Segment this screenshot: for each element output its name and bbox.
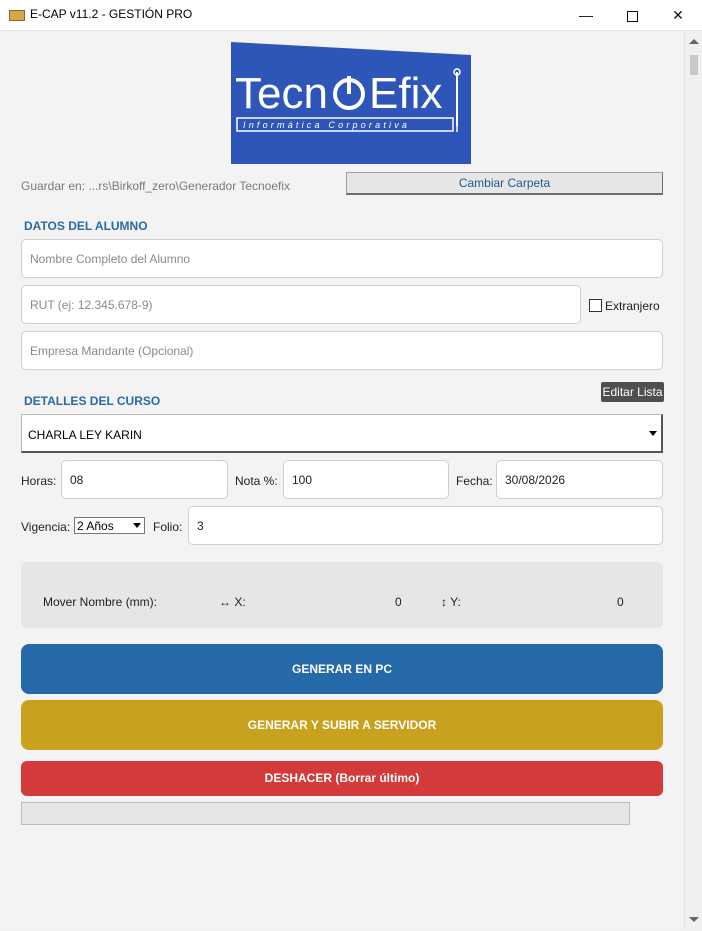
mover-y-label: ↕ Y: bbox=[441, 595, 461, 609]
title-bar: E-CAP v11.2 - GESTIÓN PRO — ✕ bbox=[0, 0, 702, 31]
foreign-label: Extranjero bbox=[605, 299, 660, 313]
app-icon bbox=[9, 10, 25, 21]
validity-select[interactable]: 2 Años bbox=[74, 517, 145, 534]
hours-field[interactable] bbox=[61, 460, 228, 499]
grade-label: Nota %: bbox=[235, 474, 278, 488]
validity-label: Vigencia: bbox=[21, 520, 71, 534]
generate-upload-button[interactable]: GENERAR Y SUBIR A SERVIDOR bbox=[21, 700, 663, 750]
student-name-input[interactable] bbox=[22, 240, 662, 277]
company-input[interactable] bbox=[22, 332, 662, 369]
foreign-checkbox[interactable] bbox=[589, 299, 602, 312]
mover-x-label: ↔ X: bbox=[219, 595, 246, 609]
date-field[interactable] bbox=[496, 460, 663, 499]
main-content: Tecn Efix Informática Corporativa Guarda… bbox=[0, 31, 684, 930]
student-section-title: DATOS DEL ALUMNO bbox=[24, 219, 148, 233]
course-section-title: DETALLES DEL CURSO bbox=[24, 394, 161, 408]
chevron-down-icon bbox=[649, 431, 657, 436]
hours-input[interactable] bbox=[62, 461, 227, 498]
generate-pc-button[interactable]: GENERAR EN PC bbox=[21, 644, 663, 694]
course-select-value: CHARLA LEY KARIN bbox=[28, 428, 142, 442]
folio-label: Folio: bbox=[153, 520, 183, 534]
vertical-scrollbar[interactable] bbox=[684, 31, 702, 930]
scroll-thumb[interactable] bbox=[690, 55, 698, 75]
chevron-down-icon bbox=[133, 523, 141, 528]
mover-y-value[interactable]: 0 bbox=[617, 595, 624, 609]
rut-field[interactable] bbox=[21, 285, 581, 324]
course-select[interactable]: CHARLA LEY KARIN bbox=[21, 414, 663, 453]
undo-button[interactable]: DESHACER (Borrar último) bbox=[21, 761, 663, 796]
mover-x-value[interactable]: 0 bbox=[395, 595, 402, 609]
mover-panel: Mover Nombre (mm): ↔ X: 0 ↕ Y: 0 bbox=[21, 562, 663, 628]
scroll-up-icon[interactable] bbox=[689, 39, 699, 44]
maximize-icon bbox=[626, 10, 638, 22]
company-field[interactable] bbox=[21, 331, 663, 370]
folio-input[interactable] bbox=[189, 507, 662, 544]
logo-brand-left: Tecn bbox=[235, 69, 328, 118]
scroll-down-icon[interactable] bbox=[689, 917, 699, 922]
rut-input[interactable] bbox=[22, 286, 580, 323]
close-button[interactable]: ✕ bbox=[655, 0, 701, 30]
validity-select-value: 2 Años bbox=[77, 519, 114, 533]
window-title: E-CAP v11.2 - GESTIÓN PRO bbox=[30, 7, 193, 21]
change-folder-button[interactable]: Cambiar Carpeta bbox=[346, 172, 663, 195]
grade-field[interactable] bbox=[283, 460, 449, 499]
progress-bar bbox=[21, 802, 630, 825]
date-label: Fecha: bbox=[456, 474, 493, 488]
hours-label: Horas: bbox=[21, 474, 57, 488]
save-path-label: Guardar en: ...rs\Birkoff_zero\Generador… bbox=[21, 179, 291, 193]
edit-list-button[interactable]: Editar Lista bbox=[601, 382, 664, 402]
student-name-field[interactable] bbox=[21, 239, 663, 278]
logo-tagline: Informática Corporativa bbox=[243, 120, 410, 130]
mover-label: Mover Nombre (mm): bbox=[43, 595, 158, 609]
tecnoefix-logo: Tecn Efix Informática Corporativa bbox=[231, 42, 471, 164]
date-input[interactable] bbox=[497, 461, 662, 498]
minimize-button[interactable]: — bbox=[563, 0, 609, 30]
folio-field[interactable] bbox=[188, 506, 663, 545]
logo-brand-right: Efix bbox=[369, 69, 442, 118]
maximize-button[interactable] bbox=[609, 0, 655, 30]
grade-input[interactable] bbox=[284, 461, 448, 498]
